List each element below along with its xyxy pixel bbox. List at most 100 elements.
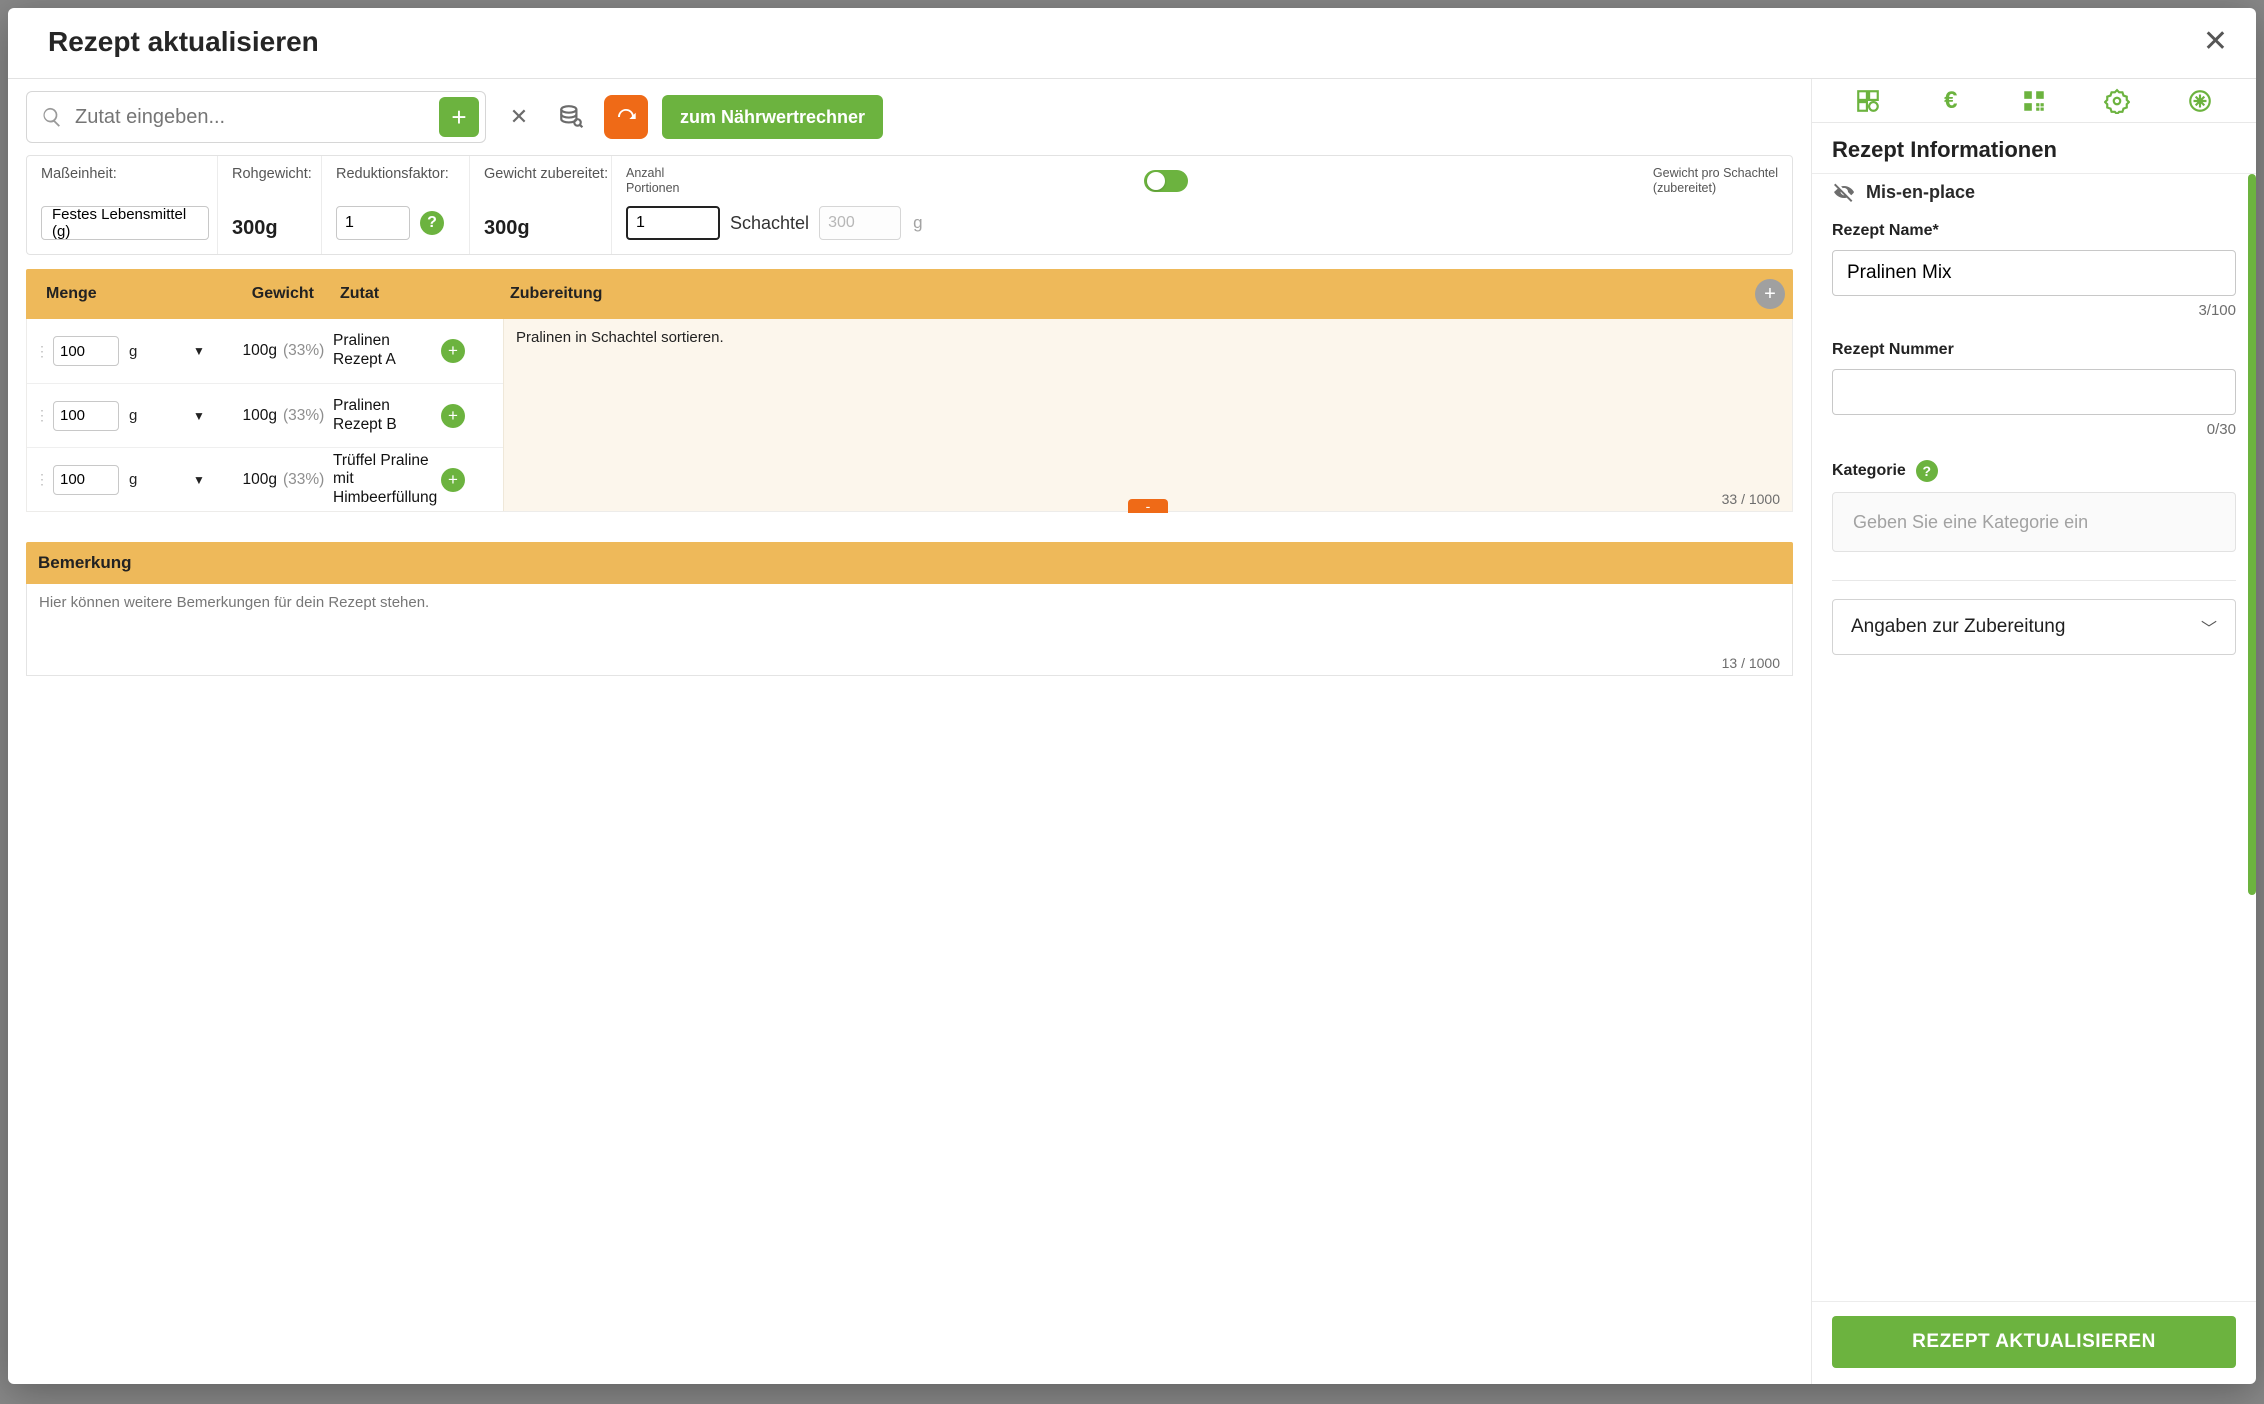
amount-input[interactable] [53, 401, 119, 431]
recipe-number-counter: 0/30 [1832, 421, 2236, 438]
notes-text: Hier können weitere Bemerkungen für dein… [39, 594, 1780, 655]
drag-handle-icon[interactable]: ⋮⋮ [35, 343, 49, 360]
amount-unit: g [129, 343, 143, 360]
dropdown-label: Angaben zur Zubereitung [1851, 616, 2065, 638]
plus-icon: + [448, 406, 458, 426]
database-icon [558, 104, 584, 130]
drag-handle-icon[interactable]: ⋮⋮ [35, 471, 49, 488]
row-weight: 100g [221, 471, 277, 489]
weight-per-unit: g [913, 213, 922, 233]
rawweight-label: Rohgewicht: [232, 166, 307, 182]
right-section-title: Rezept Informationen [1812, 123, 2256, 173]
preparation-details-dropdown[interactable]: Angaben zur Zubereitung ﹀ [1832, 599, 2236, 655]
divider [1832, 580, 2236, 581]
recipe-name-input[interactable] [1832, 250, 2236, 296]
notes-counter: 13 / 1000 [39, 655, 1780, 671]
add-step-button[interactable]: + [1755, 279, 1785, 309]
portions-input[interactable] [626, 206, 720, 240]
recipe-modal: Rezept aktualisieren ✕ + ✕ [8, 8, 2256, 1384]
col-zubereitung: Zubereitung [502, 285, 1793, 303]
right-scroll[interactable]: Mis-en-place Rezept Name* 3/100 Rezept N… [1812, 173, 2256, 1301]
scrollbar[interactable] [2248, 174, 2256, 895]
rawweight-value: 300g [232, 217, 307, 240]
refresh-button[interactable] [604, 95, 648, 139]
qr-icon[interactable] [2021, 88, 2047, 114]
plus-icon: + [448, 341, 458, 361]
caret-down-icon[interactable]: ▼ [193, 344, 205, 358]
collapse-tab[interactable]: - [1128, 499, 1168, 513]
plus-icon: + [1764, 283, 1776, 306]
ingredients-body: ⋮⋮ g ▼ 100g (33%) Pralinen Rezept A + ⋮⋮… [26, 319, 1793, 512]
recipe-name-label: Rezept Name* [1832, 222, 2236, 240]
ingredients-header: Menge Gewicht Zutat Zubereitung + [26, 269, 1793, 319]
euro-icon[interactable]: € [1938, 88, 1964, 114]
row-add-button[interactable]: + [441, 404, 465, 428]
plus-icon: + [448, 470, 458, 490]
portions-label: Anzahl Portionen [626, 166, 680, 196]
visibility-off-icon [1832, 180, 1856, 204]
database-search-button[interactable] [552, 98, 590, 136]
mis-en-place-toggle[interactable]: Mis-en-place [1832, 180, 2236, 204]
amount-input[interactable] [53, 336, 119, 366]
help-icon[interactable]: ? [420, 211, 444, 235]
ingredient-row: ⋮⋮ g ▼ 100g (33%) Trüffel Praline mit Hi… [27, 447, 503, 511]
recipe-number-label: Rezept Nummer [1832, 341, 2236, 359]
col-gewicht: Gewicht [204, 285, 334, 303]
portions-toggle[interactable] [1144, 170, 1188, 192]
save-recipe-button[interactable]: REZEPT AKTUALISIEREN [1832, 1316, 2236, 1368]
row-add-button[interactable]: + [441, 468, 465, 492]
notes-box[interactable]: Hier können weitere Bemerkungen für dein… [26, 584, 1793, 676]
row-add-button[interactable]: + [441, 339, 465, 363]
notes-header: Bemerkung [26, 542, 1793, 584]
plus-icon: + [451, 102, 466, 133]
preparation-box[interactable]: Pralinen in Schachtel sortieren. 33 / 10… [503, 319, 1792, 511]
nutrition-calculator-button[interactable]: zum Nährwertrechner [662, 95, 883, 139]
refresh-icon [614, 105, 638, 129]
caret-down-icon[interactable]: ▼ [193, 473, 205, 487]
col-menge: Menge [26, 285, 204, 303]
ingredient-search[interactable]: + [26, 91, 486, 143]
mis-en-place-label: Mis-en-place [1866, 182, 1975, 203]
calculator-icon[interactable] [1855, 88, 1881, 114]
amount-unit: g [129, 407, 143, 424]
col-zutat: Zutat [334, 285, 502, 303]
x-icon: ✕ [510, 104, 528, 130]
allergen-icon[interactable] [2187, 88, 2213, 114]
amount-unit: g [129, 471, 143, 488]
row-weight: 100g [221, 342, 277, 360]
add-ingredient-button[interactable]: + [439, 97, 479, 137]
chevron-down-icon: ﹀ [2201, 615, 2217, 639]
drag-handle-icon[interactable]: ⋮⋮ [35, 407, 49, 424]
left-pane: + ✕ zum Nährwertrechner [8, 79, 1811, 1384]
close-button[interactable]: ✕ [2203, 27, 2228, 57]
row-percent: (33%) [283, 407, 327, 425]
minus-icon: - [1146, 498, 1151, 514]
amount-input[interactable] [53, 465, 119, 495]
ingredient-search-input[interactable] [63, 106, 439, 129]
reduction-input[interactable] [336, 206, 410, 240]
unit-label: Maßeinheit: [41, 166, 203, 182]
modal-title: Rezept aktualisieren [48, 26, 319, 58]
ingredient-name: Pralinen Rezept A [333, 332, 441, 369]
row-percent: (33%) [283, 471, 327, 489]
ingredient-row: ⋮⋮ g ▼ 100g (33%) Pralinen Rezept A + [27, 319, 503, 383]
badge-icon[interactable] [2104, 88, 2130, 114]
right-pane: € Rezept Informationen Mis-en-place Reze… [1811, 79, 2256, 1384]
ingredient-name: Trüffel Praline mit Himbeerfüllung [333, 452, 441, 508]
help-icon[interactable]: ? [1916, 460, 1938, 482]
row-percent: (33%) [283, 342, 327, 360]
portions-unit: Schachtel [730, 213, 809, 234]
caret-down-icon[interactable]: ▼ [193, 409, 205, 423]
search-icon [41, 106, 63, 128]
recipe-name-counter: 3/100 [1832, 302, 2236, 319]
right-tabs: € [1812, 79, 2256, 123]
recipe-number-input[interactable] [1832, 369, 2236, 415]
category-label: Kategorie [1832, 462, 1906, 480]
category-input[interactable]: Geben Sie eine Kategorie ein [1832, 492, 2236, 552]
weight-per-input [819, 206, 901, 240]
ingredient-row: ⋮⋮ g ▼ 100g (33%) Pralinen Rezept B + [27, 383, 503, 447]
clear-button[interactable]: ✕ [500, 98, 538, 136]
weight-per-label: Gewicht pro Schachtel (zubereitet) [1653, 166, 1778, 196]
cookedweight-label: Gewicht zubereitet: [484, 166, 597, 182]
unit-select[interactable]: Festes Lebensmittel (g) [41, 206, 209, 240]
